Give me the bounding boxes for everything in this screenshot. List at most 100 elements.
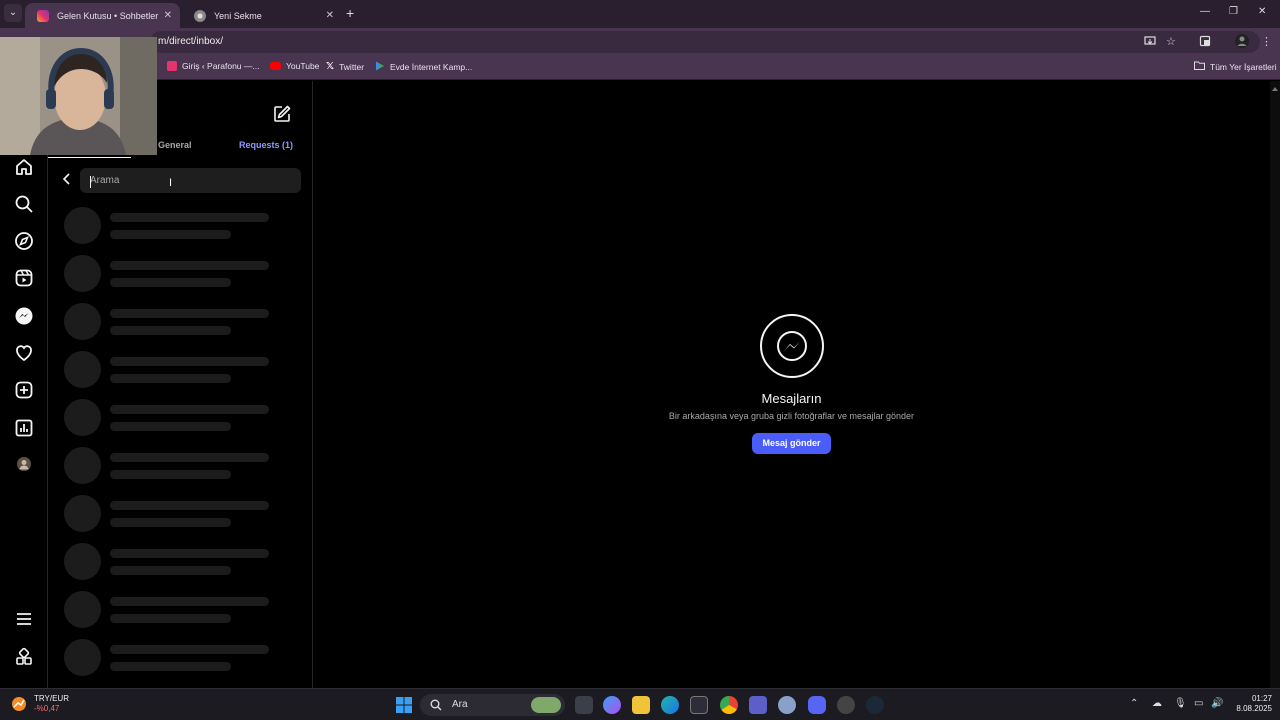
x-icon: 𝕏 <box>326 61 335 72</box>
tab-requests[interactable]: Requests (1) <box>239 140 293 150</box>
volume-icon[interactable]: 🔊 <box>1211 698 1223 709</box>
onedrive-icon[interactable]: ☁ <box>1152 698 1162 709</box>
nav-rail <box>0 81 48 688</box>
bookmark-youtube[interactable]: YouTube <box>270 61 319 71</box>
browser-toolbar: m/direct/inbox/ ☆ ⋮ <box>0 28 1280 56</box>
url-text: m/direct/inbox/ <box>158 36 224 47</box>
bookmark-evde-internet[interactable]: Evde İnternet Kamp... <box>375 61 472 73</box>
stock-symbol: TRY/EUR <box>34 694 69 703</box>
youtube-icon <box>270 62 281 70</box>
loading-conversation-row <box>64 591 294 631</box>
extensions-icon[interactable] <box>1199 35 1211 50</box>
bookmark-label: YouTube <box>286 61 320 71</box>
loading-conversation-row <box>64 255 294 295</box>
create-icon[interactable] <box>14 380 34 400</box>
install-app-icon[interactable] <box>1144 35 1156 50</box>
bookmark-twitter[interactable]: 𝕏 Twitter <box>326 61 364 72</box>
empty-state-title: Mesajların <box>761 391 822 406</box>
loading-conversation-row <box>64 207 294 247</box>
task-view-icon[interactable] <box>575 696 593 714</box>
settings-app-icon[interactable] <box>778 696 796 714</box>
clock[interactable]: 01:27 8.08.2025 <box>1236 694 1272 714</box>
bookmark-label: Twitter <box>339 61 365 72</box>
explore-icon[interactable] <box>14 231 34 251</box>
stock-change: -%0,47 <box>34 704 60 713</box>
display-icon[interactable]: ▭ <box>1194 698 1203 709</box>
bookmark-label: Giriş ‹ Parafonu —... <box>182 61 260 71</box>
discord-icon[interactable] <box>808 696 826 714</box>
search-input[interactable] <box>80 168 301 193</box>
tab-general[interactable]: General <box>158 140 192 150</box>
close-tab-icon[interactable]: ✕ <box>164 10 172 21</box>
webcam-overlay <box>0 37 157 155</box>
dashboard-icon[interactable] <box>14 418 34 438</box>
home-icon[interactable] <box>14 157 34 177</box>
copilot-icon[interactable] <box>603 696 621 714</box>
search-icon <box>430 699 442 711</box>
messenger-icon[interactable] <box>14 306 34 326</box>
stock-widget-icon[interactable] <box>10 695 28 713</box>
all-bookmarks-button[interactable]: Tüm Yer İşaretleri <box>1194 61 1277 72</box>
close-tab-icon[interactable]: ✕ <box>326 10 334 21</box>
close-window-icon[interactable]: ✕ <box>1258 6 1266 17</box>
file-explorer-icon[interactable] <box>632 696 650 714</box>
chrome-menu-icon[interactable]: ⋮ <box>1261 35 1272 48</box>
text-caret <box>90 176 91 188</box>
tab-active-underline <box>48 157 131 158</box>
heart-icon[interactable] <box>14 343 34 363</box>
tab-strip: ⌄ Gelen Kutusu • Sohbetler ✕ Yeni Sekme … <box>0 0 1280 28</box>
stock-widget[interactable]: TRY/EUR -%0,47 <box>34 694 69 714</box>
tab-instagram-inbox[interactable]: Gelen Kutusu • Sohbetler ✕ <box>25 3 180 28</box>
clock-time: 01:27 <box>1251 694 1272 703</box>
more-menu-icon[interactable] <box>14 609 34 629</box>
tab-title: Yeni Sekme <box>214 10 262 21</box>
scroll-up-arrow-icon[interactable] <box>1272 85 1278 93</box>
taskbar-search-label: Ara <box>452 699 468 710</box>
empty-conversation-pane: Mesajların Bir arkadaşına veya gruba giz… <box>314 81 1269 688</box>
instagram-favicon-icon <box>37 9 49 22</box>
edge-icon[interactable] <box>661 696 679 714</box>
tab-search-button[interactable]: ⌄ <box>4 4 22 22</box>
tab-new-tab[interactable]: Yeni Sekme ✕ <box>182 3 342 28</box>
teams-icon[interactable] <box>749 696 767 714</box>
taskbar-search[interactable]: Ara <box>420 694 565 716</box>
search-icon[interactable] <box>14 194 34 214</box>
show-hidden-icons-icon[interactable]: ⌃ <box>1130 698 1138 709</box>
loading-conversation-row <box>64 543 294 583</box>
chrome-icon[interactable] <box>720 696 738 714</box>
folder-icon <box>1194 61 1205 72</box>
bookmark-star-icon[interactable]: ☆ <box>1166 35 1176 48</box>
app-icon[interactable] <box>837 696 855 714</box>
bookmark-label: Evde İnternet Kamp... <box>390 62 473 72</box>
loading-conversation-row <box>64 351 294 391</box>
new-tab-button[interactable]: + <box>346 5 354 21</box>
loading-conversation-row <box>64 399 294 439</box>
loading-conversation-row <box>64 639 294 679</box>
bookmark-parafonu[interactable]: Giriş ‹ Parafonu —... <box>167 61 259 71</box>
new-message-icon[interactable] <box>273 105 291 123</box>
bookmarks-bar: Giriş ‹ Parafonu —... YouTube 𝕏 Twitter … <box>0 56 1280 80</box>
chrome-favicon-icon <box>194 9 206 22</box>
back-arrow-icon[interactable] <box>60 172 74 186</box>
loading-conversation-row <box>64 447 294 487</box>
loading-conversation-row <box>64 303 294 343</box>
also-from-meta-icon[interactable] <box>14 647 34 667</box>
empty-state-subtitle: Bir arkadaşına veya gruba gizli fotoğraf… <box>668 411 915 421</box>
clock-date: 8.08.2025 <box>1236 704 1272 713</box>
send-message-button[interactable]: Mesaj gönder <box>752 433 831 454</box>
windows-taskbar: TRY/EUR -%0,47 Ara ⌃ ☁ 🎙 ▭ 🔊 01:27 8.08.… <box>0 688 1280 720</box>
bookmark-label: Tüm Yer İşaretleri <box>1210 61 1277 72</box>
page-scrollbar[interactable] <box>1270 81 1280 688</box>
profile-avatar[interactable] <box>17 457 31 471</box>
reels-icon[interactable] <box>14 268 34 288</box>
minimize-icon[interactable]: — <box>1200 6 1210 17</box>
messenger-circle-icon <box>760 314 824 378</box>
steam-icon[interactable] <box>866 696 884 714</box>
profile-avatar[interactable] <box>1235 34 1249 51</box>
store-icon[interactable] <box>690 696 708 714</box>
address-bar[interactable]: m/direct/inbox/ <box>150 31 1260 53</box>
windows-start-icon[interactable] <box>395 696 413 714</box>
microphone-icon[interactable]: 🎙 <box>1174 698 1187 709</box>
play-store-icon <box>375 61 385 73</box>
restore-icon[interactable]: ❐ <box>1229 6 1238 17</box>
